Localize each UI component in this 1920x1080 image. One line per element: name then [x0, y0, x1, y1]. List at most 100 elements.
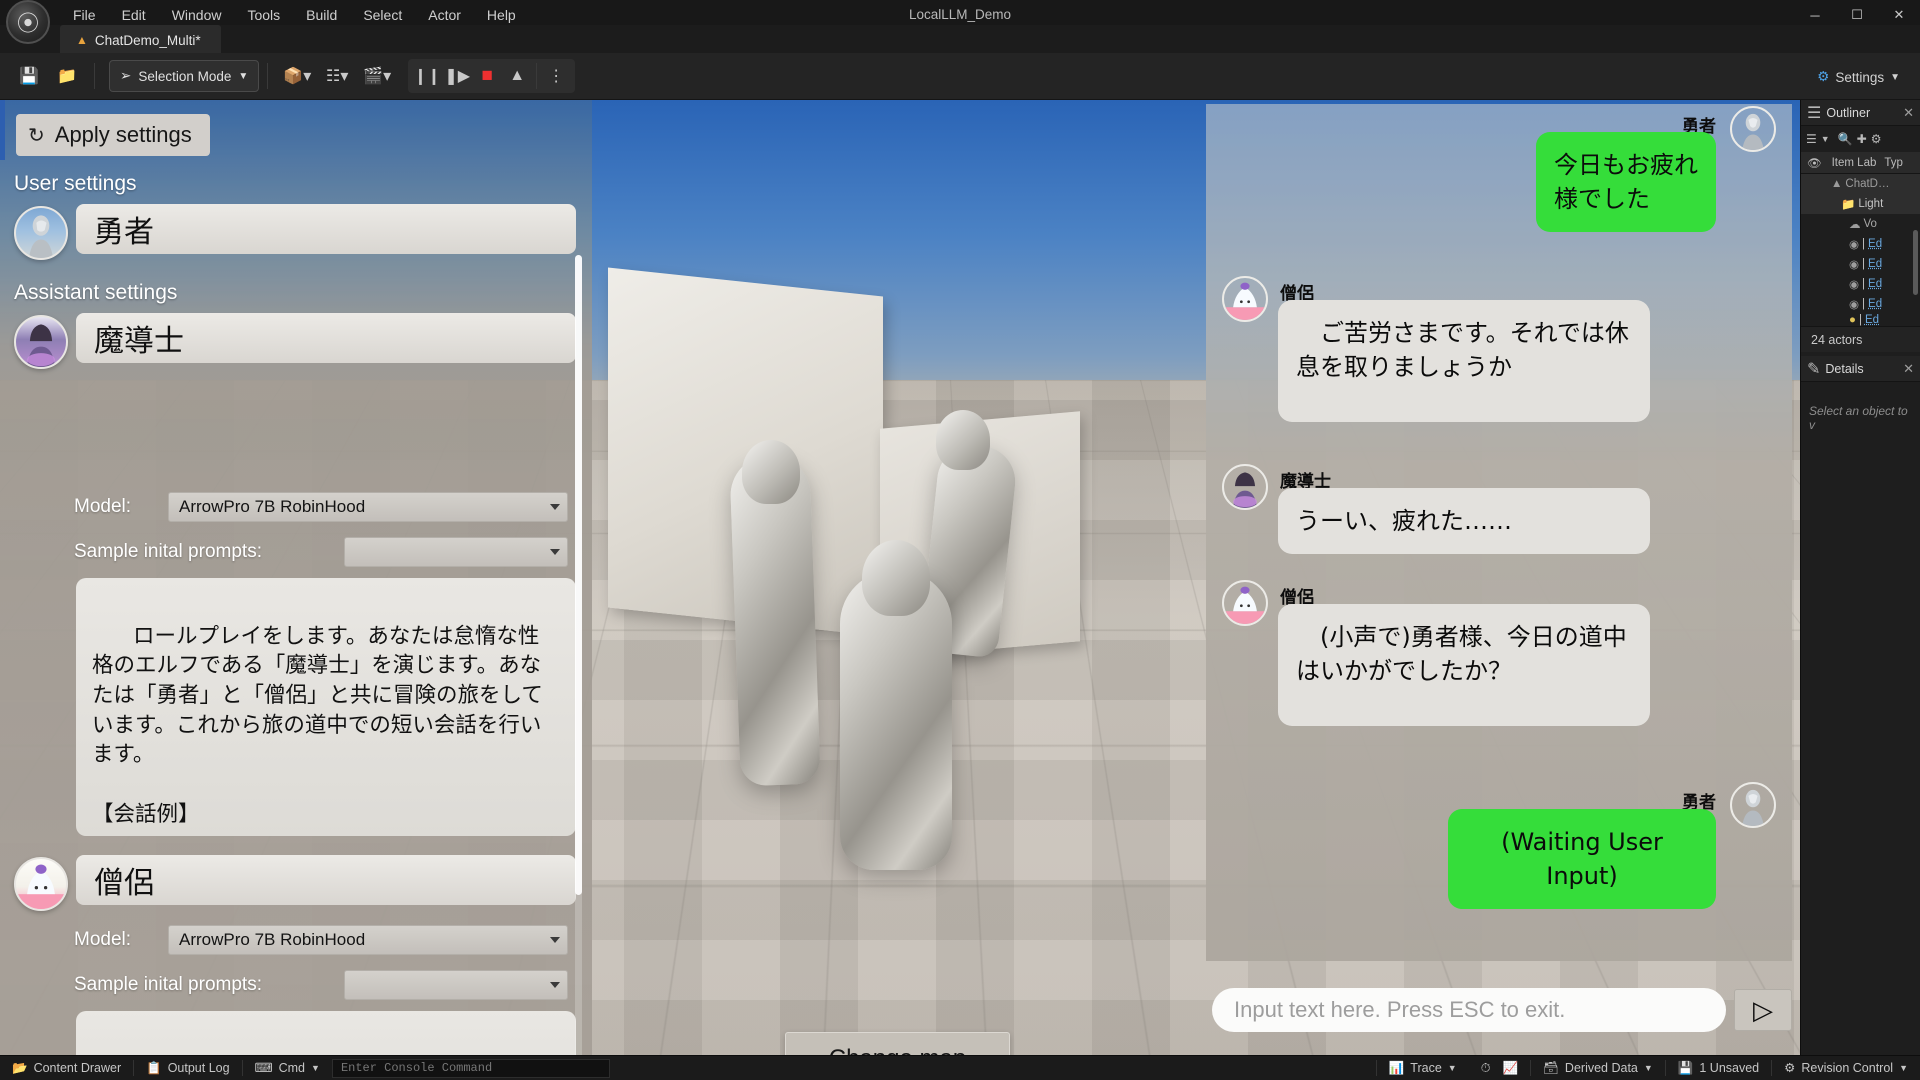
- filter-icon[interactable]: ☰: [1806, 132, 1817, 146]
- more-options-icon[interactable]: ⋮: [541, 61, 571, 91]
- actor-icon: ◉: [1849, 257, 1859, 271]
- menu-file[interactable]: File: [60, 3, 109, 27]
- cinematics-icon[interactable]: 🎬▾: [358, 60, 396, 92]
- menu-edit[interactable]: Edit: [109, 3, 159, 27]
- outliner-row[interactable]: ◉ | Ed: [1801, 294, 1920, 314]
- send-button[interactable]: ▷: [1734, 989, 1792, 1031]
- actor-icon: ◉: [1849, 277, 1859, 291]
- hero-avatar: [14, 206, 68, 260]
- assistant-1-name-input[interactable]: 魔導士: [76, 313, 576, 363]
- outliner-rows: ▲ ChatD… 📁 Light ☁ Vo ◉ | Ed ◉ | Ed ◉ | …: [1801, 174, 1920, 326]
- outliner-row[interactable]: ◉ | Ed: [1801, 254, 1920, 274]
- console-command-input[interactable]: Enter Console Command: [332, 1059, 610, 1078]
- change-map-label: Change map: [829, 1045, 966, 1055]
- chat-input[interactable]: [1212, 988, 1726, 1032]
- chat-input-bar: ▷: [1212, 988, 1792, 1032]
- chevron-down-icon: ▼: [1899, 1064, 1908, 1073]
- assistant-1-sample-prompt-select[interactable]: [344, 537, 568, 567]
- unsaved-label: 1 Unsaved: [1699, 1061, 1759, 1075]
- outliner-row-label[interactable]: Ed: [1868, 278, 1882, 290]
- assistant-1-model-select[interactable]: ArrowPro 7B RobinHood: [168, 492, 568, 522]
- menu-build[interactable]: Build: [293, 3, 350, 27]
- menu-help[interactable]: Help: [474, 3, 529, 27]
- assistant-2-prompt-textarea[interactable]: ロールプレイをします。あなたは真面目な性格の「僧侶」を演じます。あなたは「勇者」…: [76, 1011, 576, 1055]
- assistant-2-name-input[interactable]: 僧侶: [76, 855, 576, 905]
- outliner-row-label[interactable]: Ed: [1868, 238, 1882, 250]
- tab-chatdemo-multi[interactable]: ▲ ChatDemo_Multi*: [60, 25, 221, 53]
- derived-data-button[interactable]: 🗃 Derived Data ▼: [1531, 1056, 1665, 1080]
- column-item-label[interactable]: Item Lab: [1828, 157, 1881, 169]
- priest-avatar: [14, 857, 68, 911]
- frame-skip-icon[interactable]: ❚▶: [442, 61, 472, 91]
- mage-avatar: [14, 315, 68, 369]
- outliner-row[interactable]: ● | Ed: [1801, 314, 1920, 326]
- outliner-row-label[interactable]: Ed: [1868, 258, 1882, 270]
- outliner-row[interactable]: ☁ Vo: [1801, 214, 1920, 234]
- unreal-logo-icon[interactable]: ⦿: [6, 0, 50, 44]
- stats-icon[interactable]: 📈: [1502, 1056, 1530, 1080]
- outliner-row[interactable]: ◉ | Ed: [1801, 274, 1920, 294]
- change-map-button[interactable]: Change map: [785, 1032, 1010, 1055]
- unsaved-button[interactable]: 💾 1 Unsaved: [1666, 1056, 1771, 1080]
- outliner-row[interactable]: ◉ | Ed: [1801, 234, 1920, 254]
- assistant-1-prompt-textarea[interactable]: ロールプレイをします。あなたは怠惰な性格のエルフである「魔導士」を演じます。あな…: [76, 578, 576, 836]
- details-icon: ✎: [1807, 359, 1820, 379]
- toolbar-divider-1: [94, 63, 95, 89]
- revision-control-button[interactable]: ⚙ Revision Control ▼: [1772, 1056, 1920, 1080]
- settings-button[interactable]: ⚙ Settings ▼: [1809, 62, 1908, 92]
- stop-icon[interactable]: ■: [472, 61, 502, 91]
- settings-panel-scrollbar[interactable]: [575, 255, 582, 1055]
- settings-panel-scroll-thumb[interactable]: [575, 255, 582, 895]
- user-name-input[interactable]: 勇者: [76, 204, 576, 254]
- search-icon[interactable]: 🔍: [1838, 132, 1853, 146]
- close-icon[interactable]: ✕: [1903, 361, 1914, 377]
- performance-icon[interactable]: ⏱: [1469, 1056, 1503, 1080]
- add-icon[interactable]: ✚: [1857, 132, 1867, 146]
- cmd-selector[interactable]: ⌨ Cmd ▼: [243, 1056, 332, 1080]
- menu-actor[interactable]: Actor: [415, 3, 474, 27]
- chevron-down-icon[interactable]: ▼: [1821, 134, 1830, 144]
- content-drawer-icon: 📂: [12, 1062, 28, 1075]
- main-toolbar: 💾 📁 ➢ Selection Mode ▼ 📦▾ ☷▾ 🎬▾ ❙❙ ❚▶ ■ …: [0, 53, 1920, 100]
- priest-avatar: [1222, 580, 1268, 626]
- menu-select[interactable]: Select: [350, 3, 415, 27]
- outliner-scrollbar[interactable]: [1913, 230, 1918, 295]
- content-drawer-button[interactable]: 📂 Content Drawer: [0, 1056, 133, 1080]
- menu-window[interactable]: Window: [159, 3, 235, 27]
- add-actor-icon[interactable]: 📦▾: [278, 60, 316, 92]
- outliner-column-headers: 👁 Item Lab Typ: [1801, 152, 1920, 174]
- close-icon[interactable]: ✕: [1903, 105, 1914, 121]
- user-settings-heading: User settings: [14, 172, 137, 196]
- tab-label: ChatDemo_Multi*: [95, 33, 201, 48]
- save-icon[interactable]: 💾: [12, 60, 46, 92]
- cursor-icon: ➢: [120, 68, 131, 84]
- apply-settings-button[interactable]: ↻ Apply settings: [16, 114, 210, 156]
- column-type[interactable]: Typ: [1880, 157, 1907, 169]
- status-bar-right: 📊 Trace ▼ ⏱ 📈 🗃 Derived Data ▼ 💾 1 Unsav…: [1376, 1056, 1920, 1080]
- assistant-2-model-label: Model:: [74, 929, 131, 951]
- trace-button[interactable]: 📊 Trace ▼: [1377, 1056, 1469, 1080]
- outliner-row-label[interactable]: Ed: [1865, 314, 1879, 326]
- assistant-2-model-select[interactable]: ArrowPro 7B RobinHood: [168, 925, 568, 955]
- revision-control-label: Revision Control: [1801, 1061, 1893, 1075]
- assistant-2-sample-prompt-select[interactable]: [344, 970, 568, 1000]
- output-log-button[interactable]: 📋 Output Log: [134, 1056, 241, 1080]
- menu-tools[interactable]: Tools: [234, 3, 293, 27]
- chevron-down-icon: ▼: [1890, 72, 1900, 83]
- eye-icon[interactable]: 👁: [1801, 156, 1828, 170]
- outliner-row[interactable]: 📁 Light: [1801, 194, 1920, 214]
- outliner-row-label[interactable]: Ed: [1868, 298, 1882, 310]
- browse-icon[interactable]: 📁: [50, 60, 84, 92]
- chevron-down-icon: [550, 982, 560, 988]
- blueprints-icon[interactable]: ☷▾: [320, 60, 354, 92]
- settings-icon[interactable]: ⚙: [1871, 132, 1882, 146]
- pause-icon[interactable]: ❙❙: [412, 61, 442, 91]
- chevron-down-icon: [550, 549, 560, 555]
- derived-data-icon: 🗃: [1543, 1062, 1559, 1075]
- outliner-title: Outliner: [1826, 106, 1898, 120]
- play-controls-group: ❙❙ ❚▶ ■ ▲ ⋮: [408, 59, 575, 93]
- outliner-row[interactable]: ▲ ChatD…: [1801, 174, 1920, 194]
- panel-accent-edge: [0, 100, 5, 160]
- selection-mode-button[interactable]: ➢ Selection Mode ▼: [109, 60, 259, 92]
- eject-icon[interactable]: ▲: [502, 61, 532, 91]
